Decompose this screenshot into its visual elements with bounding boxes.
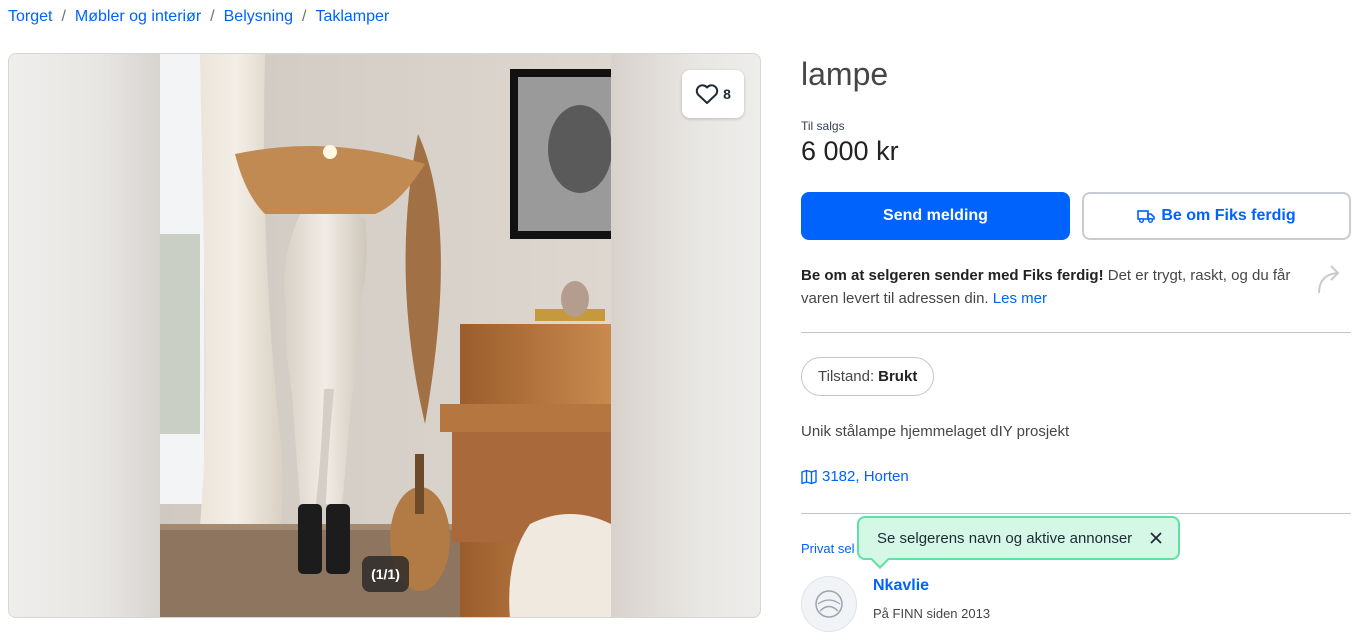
price: 6 000 kr [801,136,899,166]
condition-value: Brukt [878,368,918,385]
breadcrumb-separator: / [302,8,307,25]
seller-name[interactable]: Nkavlie [873,577,929,595]
seller-tooltip: Se selgerens navn og aktive annonser [857,516,1181,569]
private-seller-label: Privat sel [801,541,855,556]
breadcrumb-separator: / [210,8,215,25]
share-icon [1318,265,1339,294]
sale-type-label: Til salgs [801,119,845,133]
breadcrumb-separator: / [61,8,66,25]
favorite-count: 8 [723,86,731,102]
seller-tooltip-text: Se selgerens navn og aktive annonser [877,529,1133,547]
section-divider [801,332,1351,333]
gallery-blur-right [609,54,760,617]
location-link[interactable]: 3182, Horten [801,468,909,485]
listing-photo[interactable] [160,54,611,617]
breadcrumb: Torget / Møbler og interiør / Belysning … [8,8,389,26]
breadcrumb-mobler[interactable]: Møbler og interiør [75,8,201,26]
close-tooltip-button[interactable] [1150,532,1162,544]
gallery-blur-left [9,54,160,617]
listing-description: Unik stålampe hjemmelaget dIY prosjekt [801,423,1070,440]
breadcrumb-taklamper[interactable]: Taklamper [315,8,389,26]
read-more-link[interactable]: Les mer [993,290,1047,307]
section-divider [801,513,1351,514]
breadcrumb-belysning[interactable]: Belysning [224,8,293,26]
tooltip-arrow [870,549,890,569]
avatar[interactable] [801,576,857,632]
fiks-info-text: Be om at selgeren sender med Fiks ferdig… [801,264,1321,310]
condition-chip: Tilstand: Brukt [801,357,935,396]
fiks-ferdig-button[interactable]: Be om Fiks ferdig [1082,192,1351,240]
truck-icon [1137,210,1156,223]
map-icon [801,469,817,484]
heart-icon [695,84,719,104]
seller-member-since: På FINN siden 2013 [873,606,991,621]
lamp-photo-illustration [160,54,611,617]
breadcrumb-torget[interactable]: Torget [8,8,52,26]
close-icon [1150,532,1162,544]
favorite-button[interactable]: 8 [682,70,744,118]
listing-title: lampe [801,56,889,92]
send-message-button[interactable]: Send melding [801,192,1070,240]
avatar-placeholder-icon [815,590,843,618]
fiks-info-bold: Be om at selgeren sender med Fiks ferdig… [801,267,1104,284]
fiks-ferdig-label: Be om Fiks ferdig [1161,207,1296,224]
image-counter: (1/1) [362,556,409,592]
image-gallery[interactable]: 8 (1/1) [8,53,761,618]
share-button[interactable] [1315,261,1345,300]
location-text: 3182, Horten [822,468,909,485]
condition-label: Tilstand: [818,368,875,385]
